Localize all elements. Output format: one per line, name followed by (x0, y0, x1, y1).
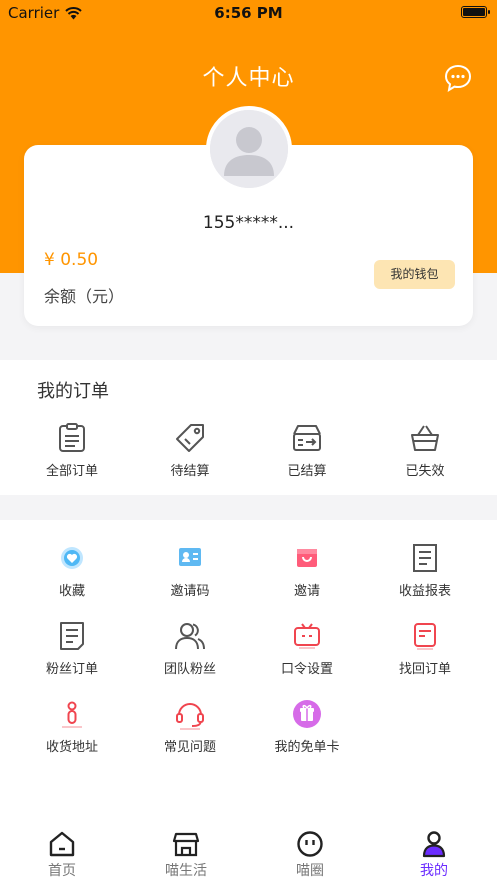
basket-icon (411, 425, 439, 451)
tool-invite[interactable]: 邀请 (252, 542, 362, 599)
profile-page: Carrier 6:56 PM 个人中心 155*****... ¥ 0.50 … (0, 0, 497, 883)
id-card-icon (179, 548, 201, 566)
report-doc-icon (413, 544, 437, 572)
order-settled-label: 已结算 (287, 464, 327, 479)
battery-icon (461, 6, 490, 18)
tools-grid: 收藏 邀请码 邀请 收益报表 粉丝订单 团队粉丝 口令设置 找回订单 收货地址 … (0, 520, 497, 820)
page-title: 个人中心 (202, 66, 295, 91)
tool-invite-code[interactable]: 邀请码 (135, 542, 245, 599)
order-all[interactable]: 全部订单 (17, 422, 127, 479)
balance-label: 余额（元） (44, 287, 125, 306)
tab-mine-label: 我的 (420, 863, 448, 879)
tool-faq-label: 常见问题 (163, 740, 216, 755)
order-expired-label: 已失效 (405, 464, 445, 479)
tool-earnings-report[interactable]: 收益报表 (370, 542, 480, 599)
tool-retrieve-orders-label: 找回订单 (398, 662, 451, 677)
tool-invite-code-label: 邀请码 (170, 584, 210, 599)
order-pending-label: 待结算 (170, 464, 210, 479)
gift-bag-icon (297, 549, 317, 567)
location-pin-icon (62, 701, 82, 728)
tool-password-settings-label: 口令设置 (280, 662, 333, 677)
clipboard-list-icon (59, 423, 85, 452)
my-orders-section: 我的订单 全部订单 待结算 已结算 已失效 (0, 360, 497, 495)
order-expired[interactable]: 已失效 (370, 422, 480, 479)
default-avatar-icon (210, 110, 288, 188)
tool-free-card-label: 我的免单卡 (274, 740, 340, 755)
tab-home-label: 首页 (48, 863, 76, 879)
tool-faq[interactable]: 常见问题 (135, 698, 245, 755)
tool-favorites-label: 收藏 (58, 584, 85, 599)
profile-icon (422, 831, 446, 858)
order-all-label: 全部订单 (45, 464, 98, 479)
user-phone: 155*****... (202, 213, 295, 233)
free-card-icon (293, 700, 321, 728)
headset-icon (176, 703, 204, 730)
order-settled[interactable]: 已结算 (252, 422, 362, 479)
tool-invite-label: 邀请 (293, 584, 320, 599)
tool-earnings-report-label: 收益报表 (398, 584, 451, 599)
bottom-tab-bar: 首页 喵生活 喵圈 我的 (0, 820, 497, 883)
tool-shipping-address[interactable]: 收货地址 (17, 698, 127, 755)
tool-favorites[interactable]: 收藏 (17, 542, 127, 599)
smile-circle-icon (297, 831, 323, 857)
settled-box-icon (293, 425, 321, 451)
price-tag-icon (176, 424, 204, 452)
retrieve-order-icon (414, 623, 436, 650)
tool-shipping-address-label: 收货地址 (45, 740, 98, 755)
status-bar: Carrier 6:56 PM (0, 0, 497, 26)
tool-team-fans-label: 团队粉丝 (163, 662, 216, 677)
tool-free-card[interactable]: 我的免单卡 (252, 698, 362, 755)
orders-title: 我的订单 (37, 381, 109, 402)
tab-mine[interactable]: 我的 (389, 830, 479, 880)
tool-fans-orders-label: 粉丝订单 (45, 662, 98, 677)
store-icon (172, 832, 200, 857)
tool-password-settings[interactable]: 口令设置 (252, 620, 362, 677)
order-pending[interactable]: 待结算 (135, 422, 245, 479)
tv-settings-icon (294, 623, 320, 649)
heart-favorite-icon (61, 547, 83, 569)
wallet-button[interactable]: 我的钱包 (374, 260, 455, 289)
tool-team-fans[interactable]: 团队粉丝 (135, 620, 245, 677)
tab-meow-life[interactable]: 喵生活 (141, 830, 231, 880)
fans-order-doc-icon (60, 622, 84, 650)
tool-fans-orders[interactable]: 粉丝订单 (17, 620, 127, 677)
avatar[interactable] (206, 106, 292, 192)
status-time: 6:56 PM (214, 4, 283, 22)
message-icon[interactable] (443, 63, 473, 93)
tab-meow-life-label: 喵生活 (165, 863, 207, 879)
tool-retrieve-orders[interactable]: 找回订单 (370, 620, 480, 677)
tab-home[interactable]: 首页 (17, 830, 107, 880)
tab-meow-circle-label: 喵圈 (296, 863, 324, 879)
home-icon (49, 831, 75, 857)
tab-meow-circle[interactable]: 喵圈 (265, 830, 355, 880)
balance-amount: ¥ 0.50 (44, 250, 99, 270)
team-users-icon (175, 623, 205, 650)
